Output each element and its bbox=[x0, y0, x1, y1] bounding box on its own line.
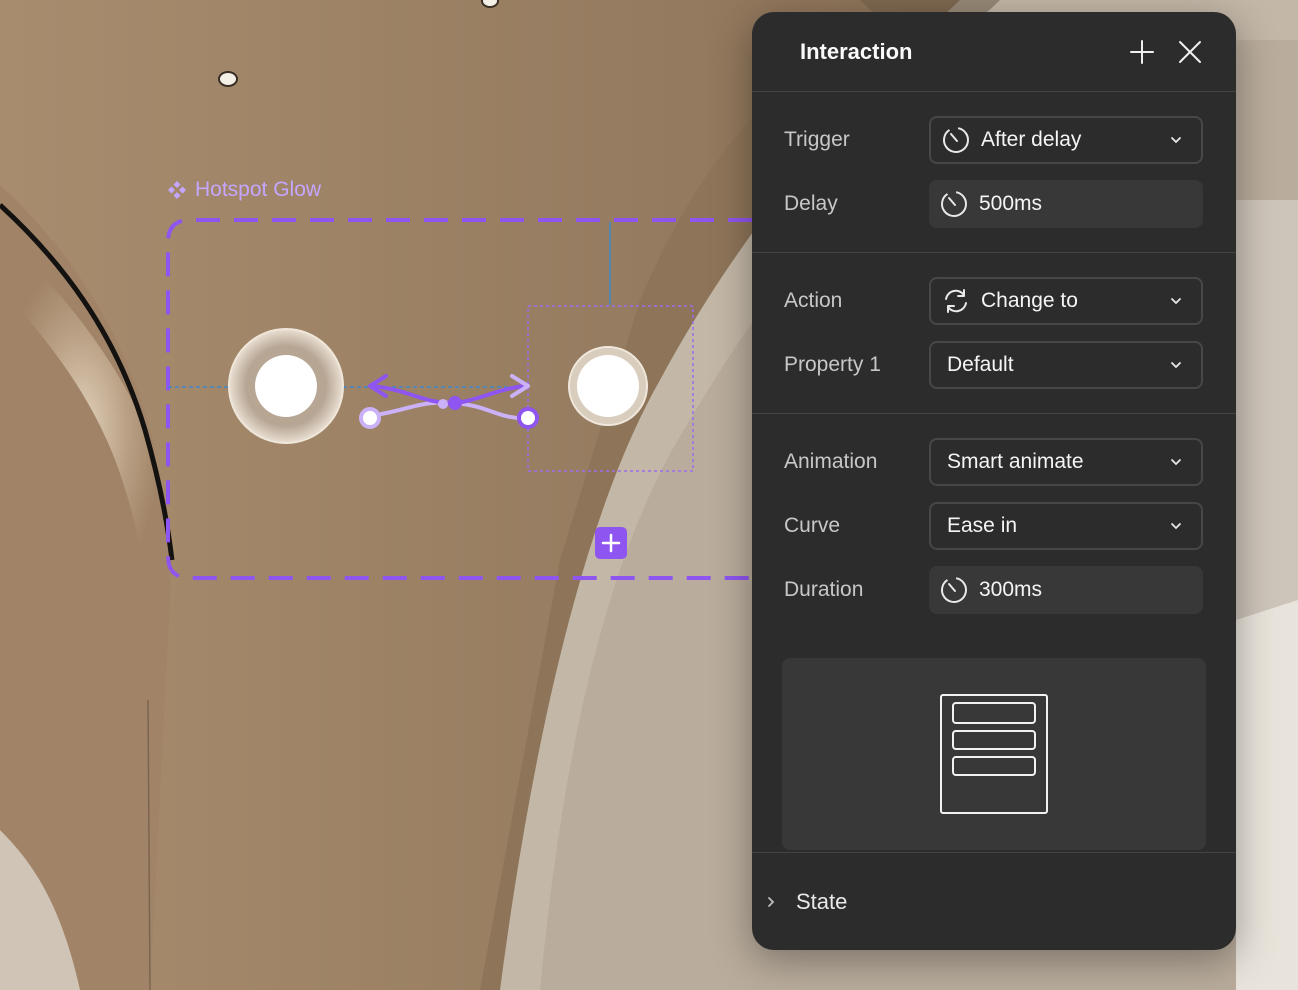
trigger-row: Trigger After delay bbox=[784, 116, 1204, 164]
action-row: Action Change to bbox=[784, 277, 1204, 325]
plus-icon bbox=[601, 533, 621, 553]
delay-value: 500ms bbox=[979, 192, 1043, 215]
duration-row: Duration 300ms bbox=[784, 566, 1204, 614]
close-icon bbox=[1179, 40, 1201, 63]
trigger-value: After delay bbox=[981, 128, 1082, 151]
component-name-label[interactable]: Hotspot Glow bbox=[167, 178, 321, 202]
trigger-dropdown[interactable]: After delay bbox=[929, 116, 1203, 164]
delay-row: Delay 500ms bbox=[784, 180, 1204, 228]
action-label: Action bbox=[784, 289, 843, 312]
curve-value: Ease in bbox=[947, 514, 1018, 537]
action-value: Change to bbox=[981, 289, 1078, 312]
curve-label: Curve bbox=[784, 514, 841, 537]
trigger-label: Trigger bbox=[784, 128, 850, 151]
chevron-down-icon bbox=[1171, 298, 1181, 305]
delay-label: Delay bbox=[784, 192, 838, 215]
delay-input[interactable]: 500ms bbox=[929, 180, 1203, 228]
animation-section: Animation Smart animate Curve Ease in Du… bbox=[752, 414, 1236, 638]
panel-header: Interaction bbox=[752, 12, 1236, 92]
animation-dropdown[interactable]: Smart animate bbox=[929, 438, 1203, 486]
component-diamond-icon bbox=[168, 181, 186, 199]
refresh-icon bbox=[945, 289, 967, 313]
timer-icon bbox=[943, 127, 969, 153]
state-section-toggle[interactable]: State bbox=[752, 852, 1236, 950]
chevron-down-icon bbox=[1171, 523, 1181, 530]
add-interaction-button[interactable] bbox=[1126, 36, 1158, 68]
close-panel-button[interactable] bbox=[1174, 36, 1206, 68]
property1-dropdown[interactable]: Default bbox=[929, 341, 1203, 389]
animation-preview bbox=[782, 658, 1206, 850]
state-label: State bbox=[796, 888, 848, 914]
interaction-panel: Interaction Trigger After delay Delay 50… bbox=[752, 12, 1236, 950]
chevron-down-icon bbox=[1171, 137, 1181, 144]
action-dropdown[interactable]: Change to bbox=[929, 277, 1203, 325]
layout-preview-icon bbox=[940, 694, 1048, 814]
duration-input[interactable]: 300ms bbox=[929, 566, 1203, 614]
plus-icon bbox=[1130, 39, 1154, 64]
action-section: Action Change to Property 1 Default bbox=[752, 253, 1236, 414]
panel-title: Interaction bbox=[800, 38, 913, 64]
trigger-section: Trigger After delay Delay 500ms bbox=[752, 92, 1236, 253]
duration-value: 300ms bbox=[979, 578, 1043, 601]
property1-value: Default bbox=[947, 353, 1014, 376]
property1-row: Property 1 Default bbox=[784, 341, 1204, 389]
hotspot-default-variant bbox=[228, 328, 344, 444]
property1-label: Property 1 bbox=[784, 353, 881, 376]
chevron-right-icon bbox=[768, 896, 775, 907]
timer-icon bbox=[941, 577, 967, 603]
animation-value: Smart animate bbox=[947, 450, 1084, 473]
animation-label: Animation bbox=[784, 450, 878, 473]
curve-row: Curve Ease in bbox=[784, 502, 1204, 550]
curve-dropdown[interactable]: Ease in bbox=[929, 502, 1203, 550]
duration-label: Duration bbox=[784, 578, 864, 601]
chevron-down-icon bbox=[1171, 362, 1181, 369]
add-variant-button[interactable] bbox=[595, 527, 627, 559]
timer-icon bbox=[941, 191, 967, 217]
chevron-down-icon bbox=[1171, 459, 1181, 466]
hotspot-glow-variant bbox=[568, 346, 648, 426]
component-name: Hotspot Glow bbox=[195, 178, 322, 201]
animation-row: Animation Smart animate bbox=[784, 438, 1204, 486]
